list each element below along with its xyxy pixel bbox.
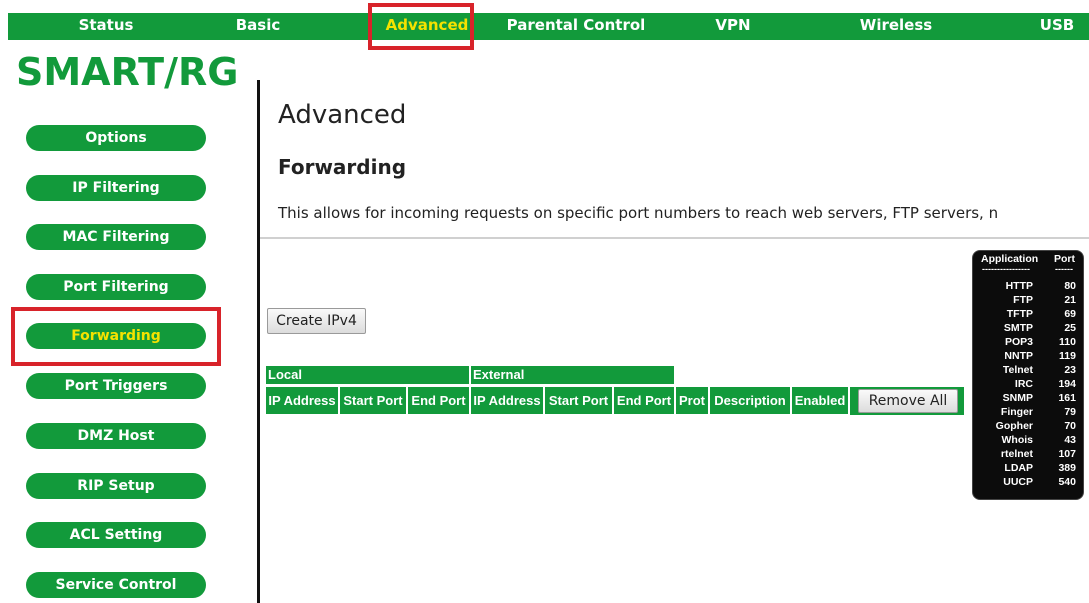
port-row-application: SMTP: [1003, 322, 1033, 334]
port-row-port: 80: [1064, 280, 1076, 292]
port-row-application: NNTP: [1004, 350, 1033, 362]
port-row: rtelnet 107: [973, 448, 1085, 462]
port-row-application: LDAP: [1004, 462, 1033, 474]
port-row: HTTP 80: [973, 280, 1085, 294]
port-row-application: TFTP: [1006, 308, 1033, 320]
port-row-port: 110: [1059, 336, 1076, 348]
port-row-port: 23: [1064, 364, 1076, 376]
col-description: Description: [710, 387, 790, 414]
nav-usb[interactable]: USB: [1034, 13, 1080, 40]
port-row-application: POP3: [1004, 336, 1033, 348]
port-row-port: 119: [1059, 350, 1076, 362]
nav-status[interactable]: Status: [70, 13, 142, 40]
nav-wireless[interactable]: Wireless: [856, 13, 936, 40]
nav-parental-control[interactable]: Parental Control: [506, 13, 646, 40]
port-row: POP3 110: [973, 336, 1085, 350]
port-row-application: Telnet: [1002, 364, 1033, 376]
port-row: Telnet 23: [973, 364, 1085, 378]
port-row-port: 540: [1058, 476, 1076, 488]
port-row-application: Gopher: [995, 420, 1033, 432]
port-row-port: 389: [1058, 462, 1076, 474]
port-row: LDAP 389: [973, 462, 1085, 476]
col-enabled: Enabled: [792, 387, 848, 414]
port-row: SMTP 25: [973, 322, 1085, 336]
port-row-port: 107: [1058, 448, 1076, 460]
port-row: NNTP 119: [973, 350, 1085, 364]
port-row-port: 70: [1064, 420, 1076, 432]
forwarding-highlight-box: [11, 307, 221, 366]
port-row-port: 161: [1058, 392, 1076, 404]
nav-basic[interactable]: Basic: [230, 13, 286, 40]
port-row-application: UUCP: [1003, 476, 1033, 488]
col-local-ip-address: IP Address: [266, 387, 338, 414]
sidebar-item-port-triggers[interactable]: Port Triggers: [26, 373, 206, 399]
port-row: IRC 194: [973, 378, 1085, 392]
smartrg-logo: SMART/RG: [16, 50, 239, 94]
port-reference-panel: Application Port ---------------- ------…: [972, 250, 1084, 500]
sidebar-item-options[interactable]: Options: [26, 125, 206, 151]
col-external-start-port: Start Port: [545, 387, 612, 414]
port-row-application: IRC: [1014, 378, 1033, 390]
table-group-external: External: [471, 366, 674, 384]
port-row: UUCP 540: [973, 476, 1085, 490]
sidebar-divider: [257, 80, 260, 603]
port-row: Whois 43: [973, 434, 1085, 448]
port-row-application: Finger: [1000, 406, 1033, 418]
section-title: Forwarding: [278, 155, 407, 179]
port-row-application: FTP: [1013, 294, 1033, 306]
port-row-application: HTTP: [1005, 280, 1033, 292]
port-row-application: rtelnet: [1000, 448, 1033, 460]
sidebar-item-dmz-host[interactable]: DMZ Host: [26, 423, 206, 449]
sidebar-item-rip-setup[interactable]: RIP Setup: [26, 473, 206, 499]
create-ipv4-button[interactable]: Create IPv4: [267, 308, 366, 334]
port-panel-dash-app: ----------------: [982, 264, 1030, 274]
sidebar-item-mac-filtering[interactable]: MAC Filtering: [26, 224, 206, 250]
nav-vpn[interactable]: VPN: [708, 13, 758, 40]
port-row-application: Whois: [1001, 434, 1034, 446]
col-local-start-port: Start Port: [340, 387, 406, 414]
port-row-port: 194: [1058, 378, 1076, 390]
sidebar-item-acl-setting[interactable]: ACL Setting: [26, 522, 206, 548]
table-group-local: Local: [266, 366, 469, 384]
page-title: Advanced: [278, 100, 407, 130]
port-row: Finger 79: [973, 406, 1085, 420]
port-row-port: 69: [1064, 308, 1076, 320]
port-row-port: 21: [1064, 294, 1076, 306]
port-row-port: 79: [1064, 406, 1076, 418]
port-row: SNMP 161: [973, 392, 1085, 406]
col-external-end-port: End Port: [614, 387, 674, 414]
top-nav: Status Basic Advanced Parental Control V…: [8, 13, 1089, 40]
col-protocol: Prot: [676, 387, 708, 414]
port-row: FTP 21: [973, 294, 1085, 308]
port-row: TFTP 69: [973, 308, 1085, 322]
remove-all-button[interactable]: Remove All: [858, 389, 958, 413]
port-row-port: 25: [1064, 322, 1076, 334]
port-row-application: SNMP: [1002, 392, 1033, 404]
col-external-ip-address: IP Address: [471, 387, 543, 414]
col-local-end-port: End Port: [408, 387, 469, 414]
sidebar-item-ip-filtering[interactable]: IP Filtering: [26, 175, 206, 201]
sidebar-item-service-control[interactable]: Service Control: [26, 572, 206, 598]
sidebar-item-port-filtering[interactable]: Port Filtering: [26, 274, 206, 300]
port-panel-dash-port: ------: [1055, 264, 1073, 274]
horizontal-divider: [260, 237, 1089, 239]
advanced-highlight-box: [368, 3, 474, 50]
port-row-port: 43: [1064, 434, 1076, 446]
port-row: Gopher 70: [973, 420, 1085, 434]
section-description: This allows for incoming requests on spe…: [278, 204, 999, 222]
